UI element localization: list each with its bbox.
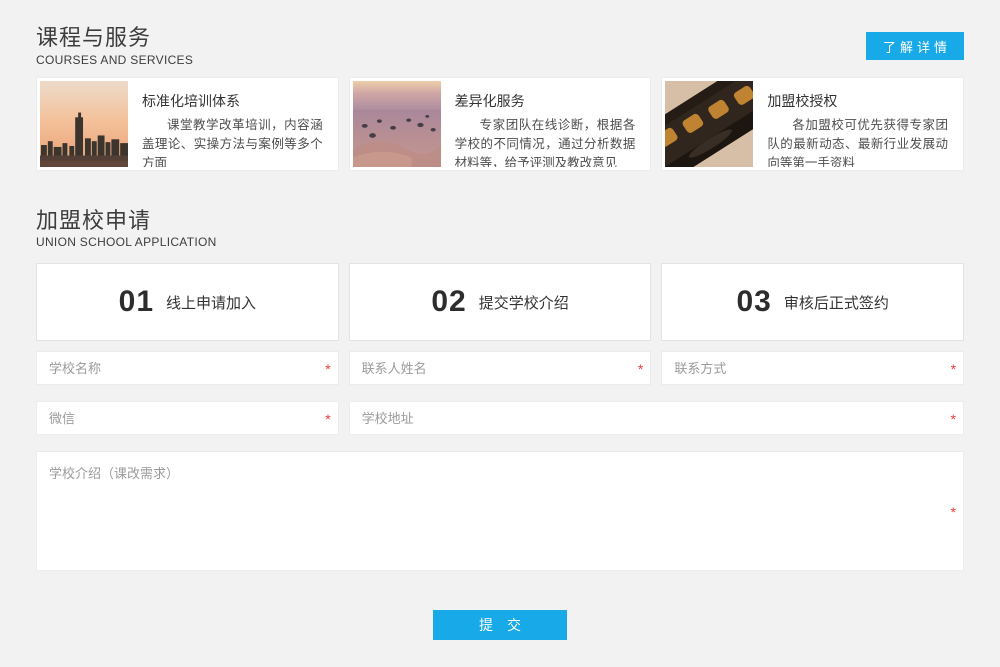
application-subtitle: UNION SCHOOL APPLICATION [36, 235, 964, 249]
courses-title: 课程与服务 [36, 24, 964, 52]
form-row-1: * * * [36, 351, 964, 385]
card-franchise-authorization: 加盟校授权 各加盟校可优先获得专家团队的最新动态、最新行业发展动向等第一手资料 [661, 77, 964, 171]
form-row-2: * * [36, 401, 964, 435]
school-name-input[interactable] [36, 351, 339, 385]
required-asterisk: * [638, 362, 643, 376]
learn-more-button[interactable]: 了解详情 [866, 32, 964, 60]
card-title: 标准化培训体系 [142, 91, 323, 111]
step-number: 03 [736, 285, 771, 319]
learn-more-label: 了解详情 [883, 37, 951, 56]
school-intro-textarea[interactable] [36, 451, 964, 571]
required-asterisk: * [951, 412, 956, 426]
city-skyline-image [40, 81, 128, 167]
school-intro-field: * [36, 451, 964, 571]
card-body: 加盟校授权 各加盟校可优先获得专家团队的最新动态、最新行业发展动向等第一手资料 [753, 81, 960, 167]
required-asterisk: * [951, 505, 956, 519]
card-body: 标准化培训体系 课堂教学改革培训，内容涵盖理论、实操方法与案例等多个方面 [128, 81, 335, 167]
card-desc: 各加盟校可优先获得专家团队的最新动态、最新行业发展动向等第一手资料 [767, 116, 948, 167]
step-1-apply-online: 01 线上申请加入 [36, 263, 339, 341]
service-cards: 标准化培训体系 课堂教学改革培训，内容涵盖理论、实操方法与案例等多个方面 [36, 77, 964, 171]
required-asterisk: * [325, 362, 330, 376]
wechat-field: * [36, 401, 339, 435]
submit-row: 提交 [36, 610, 964, 640]
application-title: 加盟校申请 [36, 207, 964, 235]
step-3-sign-contract: 03 审核后正式签约 [661, 263, 964, 341]
step-number: 02 [431, 285, 466, 319]
courses-subtitle: COURSES AND SERVICES [36, 53, 964, 67]
contact-name-field: * [349, 351, 652, 385]
required-asterisk: * [325, 412, 330, 426]
card-standard-training: 标准化培训体系 课堂教学改革培训，内容涵盖理论、实操方法与案例等多个方面 [36, 77, 339, 171]
courses-section-header: 课程与服务 COURSES AND SERVICES 了解详情 [36, 0, 964, 67]
school-address-input[interactable] [349, 401, 964, 435]
film-strip-image [665, 81, 753, 167]
submit-button[interactable]: 提交 [433, 610, 567, 640]
step-label: 线上申请加入 [166, 292, 256, 313]
contact-method-input[interactable] [661, 351, 964, 385]
application-steps: 01 线上申请加入 02 提交学校介绍 03 审核后正式签约 [36, 263, 964, 341]
contact-name-input[interactable] [349, 351, 652, 385]
step-number: 01 [119, 285, 154, 319]
card-body: 差异化服务 专家团队在线诊断，根据各学校的不同情况，通过分析数据材料等，给予评测… [441, 81, 648, 167]
card-title: 差异化服务 [455, 91, 636, 111]
submit-label: 提交 [479, 615, 535, 635]
school-name-field: * [36, 351, 339, 385]
page-container: 课程与服务 COURSES AND SERVICES 了解详情 [0, 0, 1000, 640]
card-title: 加盟校授权 [767, 91, 948, 111]
application-section-header: 加盟校申请 UNION SCHOOL APPLICATION [36, 171, 964, 250]
card-desc: 课堂教学改革培训，内容涵盖理论、实操方法与案例等多个方面 [142, 116, 323, 167]
card-desc: 专家团队在线诊断，根据各学校的不同情况，通过分析数据材料等，给予评测及教改意见 [455, 116, 636, 167]
step-label: 审核后正式签约 [784, 292, 889, 313]
desert-dusk-image [353, 81, 441, 167]
wechat-input[interactable] [36, 401, 339, 435]
card-differentiated-service: 差异化服务 专家团队在线诊断，根据各学校的不同情况，通过分析数据材料等，给予评测… [349, 77, 652, 171]
contact-method-field: * [661, 351, 964, 385]
required-asterisk: * [951, 362, 956, 376]
application-form: * * * * * * [36, 351, 964, 640]
school-address-field: * [349, 401, 964, 435]
step-2-submit-intro: 02 提交学校介绍 [349, 263, 652, 341]
step-label: 提交学校介绍 [479, 292, 569, 313]
